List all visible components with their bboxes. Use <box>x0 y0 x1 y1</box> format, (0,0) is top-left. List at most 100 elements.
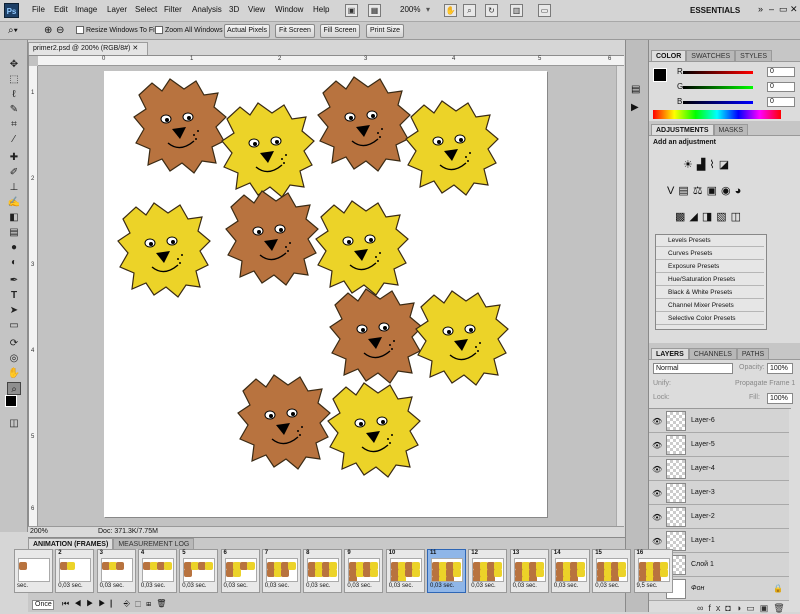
zoom-level[interactable]: 200% <box>400 5 420 14</box>
preset-hue-saturation[interactable]: Hue/Saturation Presets <box>656 274 764 286</box>
bridge-icon[interactable]: ▣ <box>345 4 358 17</box>
eye-icon[interactable]: 👁 <box>652 441 662 450</box>
tab-close-icon[interactable]: ✕ <box>132 45 138 52</box>
frame-delay[interactable]: 0,03 sec. <box>141 583 165 589</box>
print-size-button[interactable]: Print Size <box>366 24 404 38</box>
lasso-tool-icon[interactable]: ℓ <box>7 88 21 101</box>
animation-frame[interactable]: 16 9,5 sec. <box>633 549 673 593</box>
eye-icon[interactable]: 👁 <box>652 513 662 522</box>
frame-delay[interactable]: 9,5 sec. <box>637 583 658 589</box>
gradient-tool-icon[interactable]: ▤ <box>7 226 21 239</box>
g-slider[interactable] <box>683 86 753 89</box>
rotate-view-icon[interactable]: ↻ <box>485 4 498 17</box>
actions-panel-icon[interactable]: ▶ <box>631 102 639 113</box>
marquee-tool-icon[interactable]: ⬚ <box>7 73 21 86</box>
frame-delay[interactable]: sec. <box>17 583 28 589</box>
layer-row[interactable]: 👁 Layer-5 <box>649 433 789 457</box>
maximize-icon[interactable]: ▭ <box>779 4 788 15</box>
tab-channels[interactable]: CHANNELS <box>688 348 737 359</box>
crop-tool-icon[interactable]: ⌗ <box>7 118 21 131</box>
healing-brush-tool-icon[interactable]: ✚ <box>7 151 21 164</box>
history-panel-icon[interactable]: ▤ <box>631 84 640 95</box>
tab-color[interactable]: COLOR <box>651 50 687 61</box>
animation-frame[interactable]: 11 0,03 sec. <box>427 549 466 593</box>
color-ramp[interactable] <box>653 110 781 119</box>
eye-icon[interactable]: 👁 <box>652 417 662 426</box>
preset-curves[interactable]: Curves Presets <box>656 248 764 260</box>
animation-frame[interactable]: 6 0,03 sec. <box>220 549 260 593</box>
horizontal-ruler[interactable]: 0 1 2 3 4 5 6 <box>38 56 624 66</box>
animation-frame[interactable]: 14 0,03 sec. <box>550 549 590 593</box>
clone-stamp-tool-icon[interactable]: ⊥ <box>7 181 21 194</box>
animation-frame[interactable]: 7 0,03 sec. <box>261 549 301 593</box>
foreground-color-swatch[interactable] <box>5 395 17 407</box>
menu-analysis[interactable]: Analysis <box>192 5 222 14</box>
blend-mode-select[interactable]: Normal <box>653 363 733 374</box>
menu-select[interactable]: Select <box>135 5 157 14</box>
zoom-all-checkbox[interactable]: Zoom All Windows <box>155 26 223 36</box>
screen-mode-icon[interactable]: ▭ <box>538 4 551 17</box>
menu-help[interactable]: Help <box>313 5 329 14</box>
animation-frame[interactable]: 8 0,03 sec. <box>303 549 343 593</box>
animation-frame[interactable]: 15 0,03 sec. <box>592 549 632 593</box>
menu-3d[interactable]: 3D <box>229 5 239 14</box>
loop-select[interactable]: Once <box>32 600 54 610</box>
eyedropper-tool-icon[interactable]: ⁄ <box>7 133 21 146</box>
frame-delay[interactable]: 0,03 sec. <box>182 583 206 589</box>
eye-icon[interactable]: 👁 <box>652 537 662 546</box>
tab-paths[interactable]: PATHS <box>736 348 770 359</box>
preset-selective-color[interactable]: Selective Color Presets <box>656 313 764 325</box>
frame-delay[interactable]: 0,03 sec. <box>224 583 248 589</box>
r-value[interactable]: 0 <box>767 67 795 77</box>
document-canvas[interactable] <box>104 71 547 517</box>
adjustment-icons-row3[interactable]: ▩◢◨▧◫ <box>675 210 745 223</box>
preset-channel-mixer[interactable]: Channel Mixer Presets <box>656 300 764 312</box>
tab-swatches[interactable]: SWATCHES <box>686 50 736 61</box>
opacity-input[interactable]: 100% <box>767 363 793 374</box>
frame-delay[interactable]: 0,03 sec. <box>430 583 454 589</box>
menu-file[interactable]: File <box>32 5 45 14</box>
brush-tool-icon[interactable]: ✐ <box>7 166 21 179</box>
menu-edit[interactable]: Edit <box>54 5 68 14</box>
tab-adjustments[interactable]: ADJUSTMENTS <box>651 124 714 135</box>
document-tab[interactable]: primer2.psd @ 200% (RGB/8#) ✕ <box>28 42 148 55</box>
zoom-tool-icon[interactable]: ⌕ <box>7 382 21 395</box>
adjustment-icons-row2[interactable]: V▤⚖▣◉◕ <box>667 184 745 197</box>
frame-delay[interactable]: 0,03 sec. <box>100 583 124 589</box>
zoom-in-icon[interactable]: ⊕ <box>44 25 52 36</box>
layer-row[interactable]: 👁 Layer-2 <box>649 505 789 529</box>
b-value[interactable]: 0 <box>767 97 795 107</box>
3d-orbit-tool-icon[interactable]: ◎ <box>7 352 21 365</box>
fill-input[interactable]: 100% <box>767 393 793 404</box>
preset-black-white[interactable]: Black & White Presets <box>656 287 764 299</box>
frame-delay[interactable]: 0,03 sec. <box>306 583 330 589</box>
r-slider[interactable] <box>683 71 753 74</box>
menu-layer[interactable]: Layer <box>107 5 127 14</box>
hand-tool-icon[interactable]: ✋ <box>444 4 457 17</box>
close-icon[interactable]: ✕ <box>790 4 798 15</box>
tab-masks[interactable]: MASKS <box>713 124 749 135</box>
document-vertical-scrollbar[interactable] <box>616 66 624 526</box>
hand-tool-icon[interactable]: ✋ <box>7 367 21 380</box>
animation-frame[interactable]: 4 0,03 sec. <box>137 549 177 593</box>
vertical-ruler[interactable]: 1 2 3 4 5 6 <box>29 66 38 526</box>
animation-frame[interactable]: 9 0,03 sec. <box>344 549 384 593</box>
history-brush-tool-icon[interactable]: ✍ <box>7 196 21 209</box>
frame-delay[interactable]: 0,03 sec. <box>265 583 289 589</box>
frame-delay[interactable]: 0,03 sec. <box>347 583 371 589</box>
preset-exposure[interactable]: Exposure Presets <box>656 261 764 273</box>
eye-icon[interactable]: 👁 <box>652 489 662 498</box>
zoom-out-icon[interactable]: ⊖ <box>56 25 64 36</box>
mini-bridge-icon[interactable]: ▦ <box>368 4 381 17</box>
arrange-documents-icon[interactable]: ▥ <box>510 4 523 17</box>
actual-pixels-button[interactable]: Actual Pixels <box>224 24 270 38</box>
preset-levels[interactable]: Levels Presets <box>656 235 764 247</box>
menu-window[interactable]: Window <box>275 5 303 14</box>
animation-frame[interactable]: 10 0,03 sec. <box>385 549 425 593</box>
layer-row[interactable]: 👁 Layer-6 <box>649 409 789 433</box>
tab-styles[interactable]: STYLES <box>735 50 773 61</box>
dodge-tool-icon[interactable]: ◐ <box>7 256 21 269</box>
propagate-checkbox[interactable]: Propagate Frame 1 <box>735 380 795 387</box>
zoom-tool-icon[interactable]: ⌕ <box>463 4 476 17</box>
type-tool-icon[interactable]: T <box>7 289 21 302</box>
